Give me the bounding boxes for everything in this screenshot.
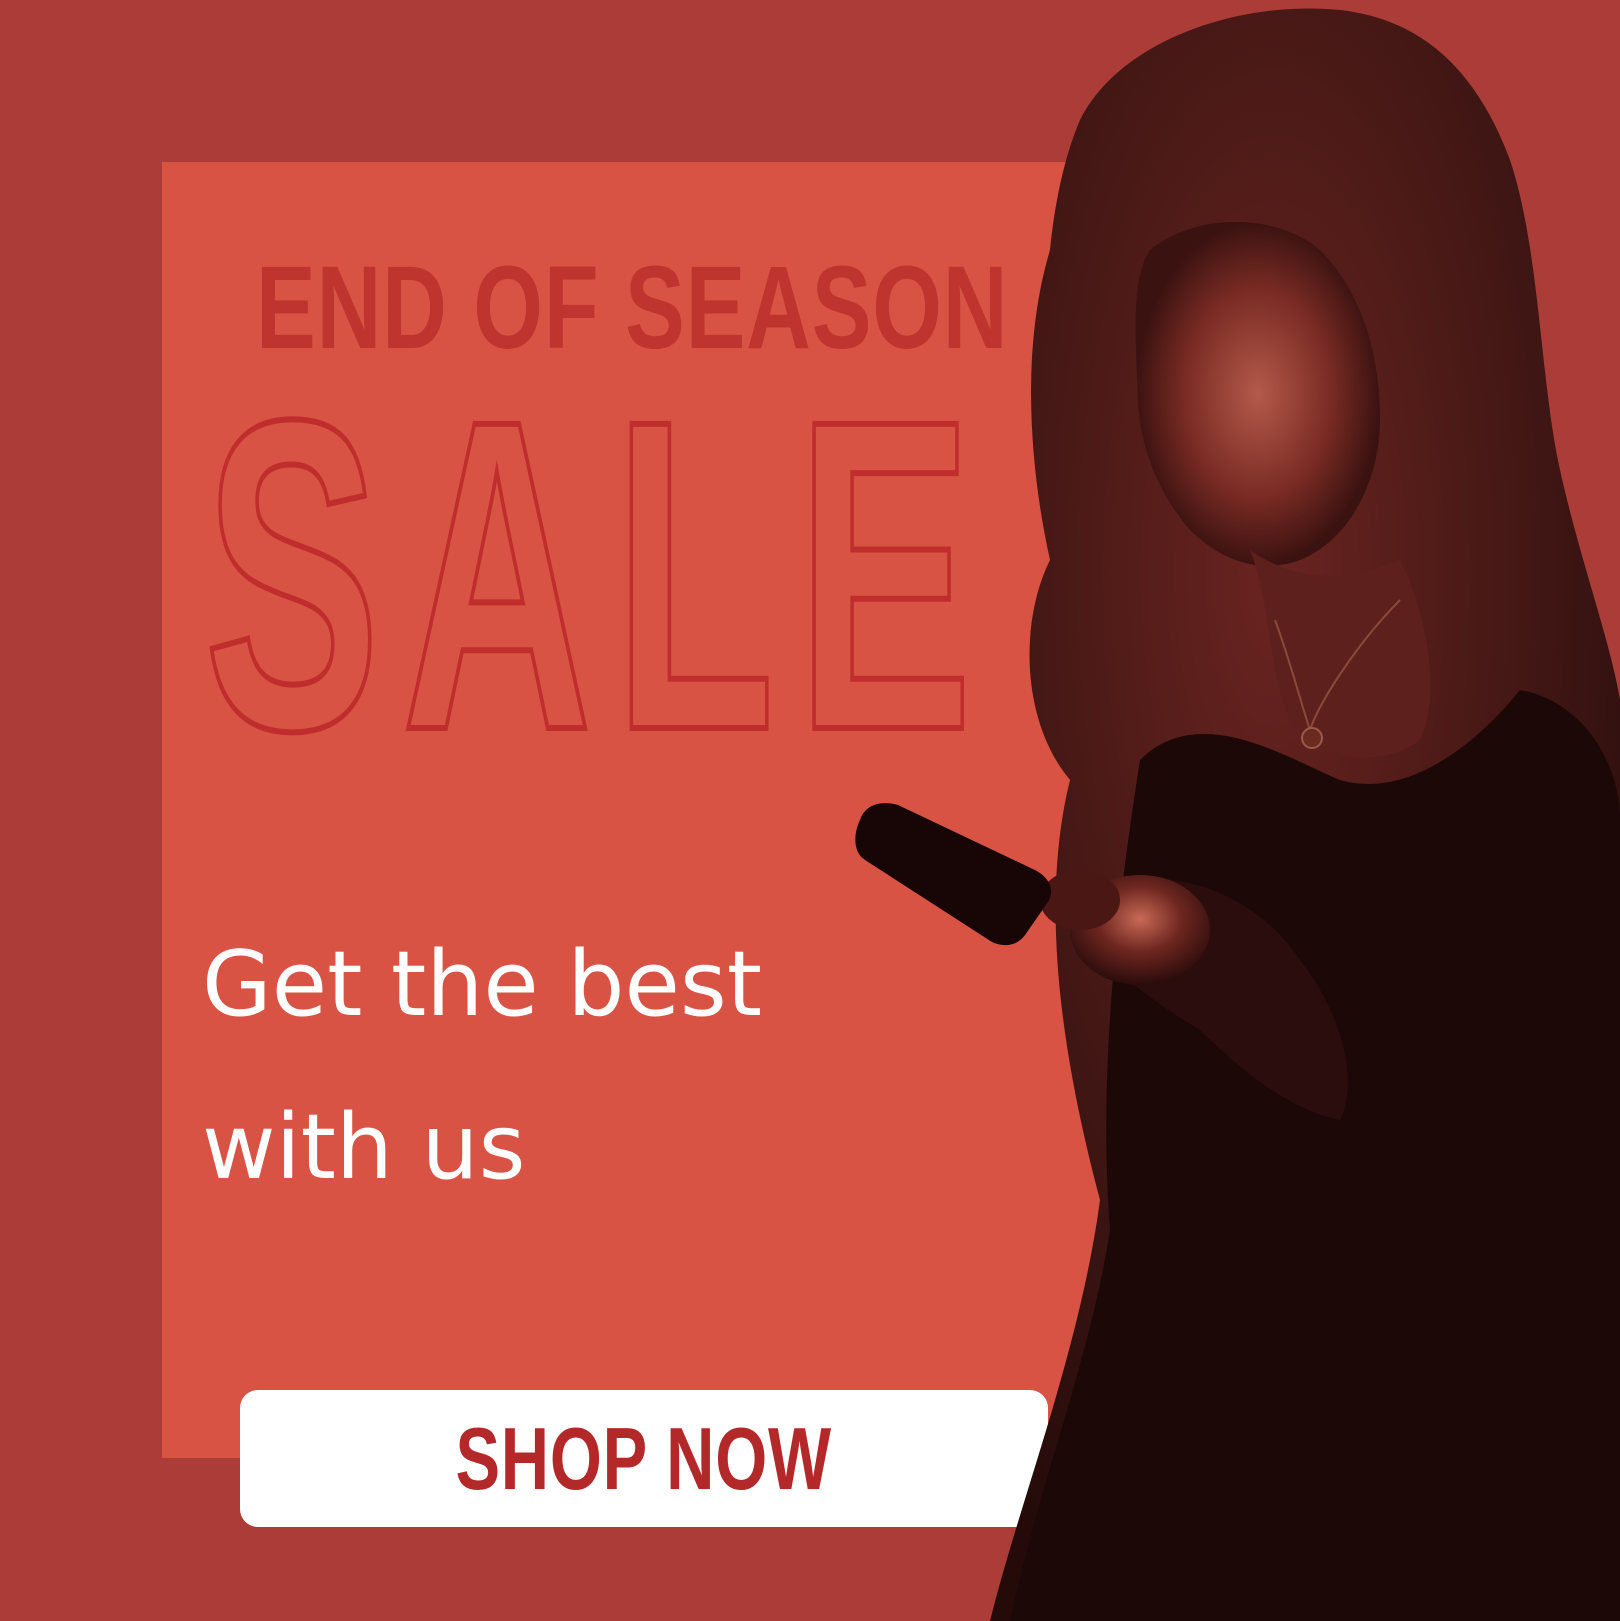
woman-with-phone-photo (855, 8, 1620, 1621)
tagline-line-1: Get the best (202, 932, 762, 1037)
necklace-pendant (1301, 727, 1323, 749)
thumb-glow (1040, 870, 1120, 930)
tagline: Get the best with us (202, 903, 922, 1229)
phone-shape (855, 803, 1052, 946)
shop-now-label: SHOP NOW (455, 1408, 833, 1508)
tagline-line-2: with us (202, 1095, 526, 1200)
